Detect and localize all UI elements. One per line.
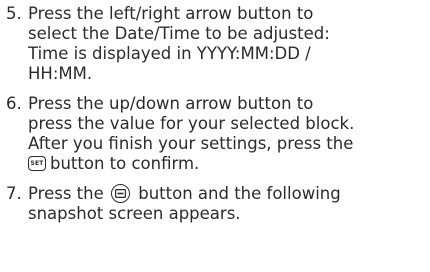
step-number: 7. <box>6 184 22 203</box>
step-text-line: Press the up/down arrow button to <box>28 94 314 113</box>
step-number: 5. <box>6 4 22 23</box>
step-text-line: snapshot screen appears. <box>28 204 241 223</box>
step-text-line: After you finish your settings, press th… <box>28 134 354 153</box>
step-text-line: Time is displayed in YYYY:MM:DD / <box>28 44 311 63</box>
step-text-line: HH:MM. <box>28 64 93 83</box>
step-text-line: select the Date/Time to be adjusted: <box>28 24 330 43</box>
step-text: Press the <box>28 184 104 203</box>
step-text-line: press the value for your selected block. <box>28 114 355 133</box>
step-text: button to confirm. <box>50 154 200 173</box>
step-text-line-with-icon: SET button to confirm. <box>28 154 199 174</box>
step-text: button and the following <box>138 184 341 203</box>
step-text-line: Press the left/right arrow button to <box>28 4 314 23</box>
set-button-icon: SET <box>28 156 46 171</box>
step-number: 6. <box>6 94 22 113</box>
menu-button-icon <box>111 184 130 203</box>
step-text-line-with-icon: Press the button and the following <box>28 184 341 204</box>
